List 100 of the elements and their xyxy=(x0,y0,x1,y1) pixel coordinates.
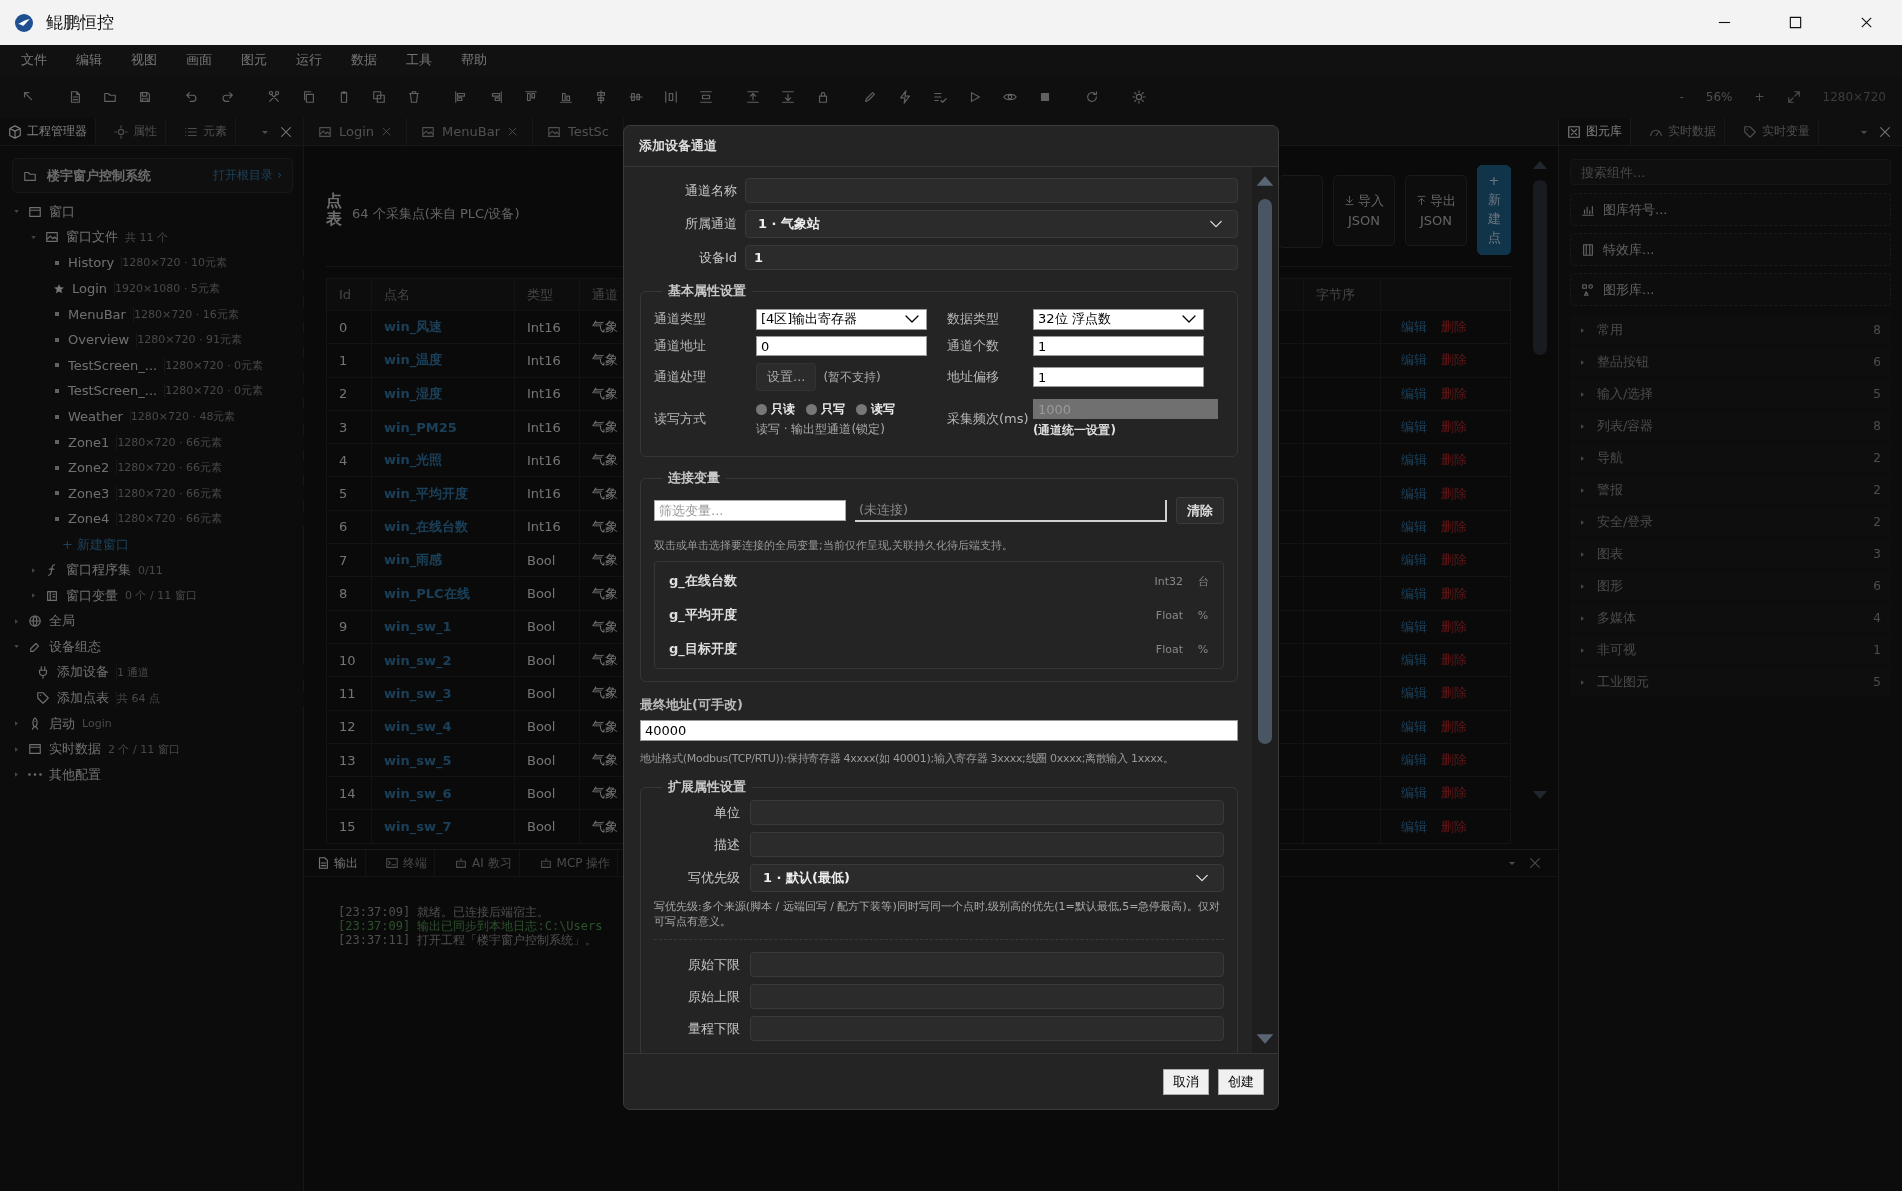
scrollbar[interactable] xyxy=(1252,167,1278,1053)
distribute-horizontal-icon[interactable] xyxy=(663,89,678,104)
edit-link[interactable]: 编辑 xyxy=(1401,751,1427,769)
align-left-icon[interactable] xyxy=(453,89,468,104)
panel-tab[interactable]: 元素 xyxy=(176,118,236,145)
variable-name[interactable]: g_目标开度 xyxy=(669,640,1142,658)
menu-item[interactable]: 帮助 xyxy=(446,51,501,69)
menu-item[interactable]: 画面 xyxy=(171,51,226,69)
edit-link[interactable]: 编辑 xyxy=(1401,351,1427,370)
tree-item[interactable]: Zone3 xyxy=(68,485,110,501)
maximize-icon[interactable] xyxy=(1788,15,1803,30)
tree-item[interactable]: Weather xyxy=(68,409,123,425)
create-button[interactable]: 创建 xyxy=(1218,1068,1264,1095)
tree-item[interactable]: 添加设备 xyxy=(57,663,109,682)
edit-link[interactable]: 编辑 xyxy=(1401,784,1427,803)
scroll-down-icon[interactable] xyxy=(1532,790,1548,800)
edit-link[interactable]: 编辑 xyxy=(1401,484,1427,503)
editor-tab[interactable]: Login xyxy=(304,118,408,145)
delete-link[interactable]: 删除 xyxy=(1441,751,1467,769)
cancel-button[interactable]: 取消 xyxy=(1163,1068,1209,1095)
panel-tab[interactable]: 终端 xyxy=(378,850,435,876)
edit-link[interactable]: 编辑 xyxy=(1401,684,1427,703)
send-backward-icon[interactable] xyxy=(780,89,795,104)
tree-item[interactable]: TestScreen_... xyxy=(68,383,158,399)
delete-link[interactable]: 删除 xyxy=(1441,551,1467,570)
tree-item[interactable]: 窗口文件 xyxy=(66,228,118,247)
menu-item[interactable]: 图元 xyxy=(226,51,281,69)
delete-link[interactable]: 删除 xyxy=(1441,817,1467,836)
delete-link[interactable]: 删除 xyxy=(1441,484,1467,503)
edit-link[interactable]: 编辑 xyxy=(1401,517,1427,536)
zoom-out-button[interactable]: - xyxy=(1679,89,1684,104)
input-field[interactable]: 0 xyxy=(756,336,927,356)
edit-link[interactable]: 编辑 xyxy=(1401,584,1427,603)
select-field[interactable]: 1 · 默认(最低) xyxy=(750,864,1224,892)
edit-link[interactable]: 编辑 xyxy=(1401,651,1427,670)
sun-icon[interactable] xyxy=(1131,89,1146,104)
select-field[interactable]: 32位 浮点数 xyxy=(1033,308,1204,330)
panel-tab[interactable]: AI 教习 xyxy=(447,850,520,876)
scissors-icon[interactable] xyxy=(266,89,281,104)
trash-icon[interactable] xyxy=(406,89,421,104)
menu-item[interactable]: 编辑 xyxy=(61,51,116,69)
menu-item[interactable]: 数据 xyxy=(336,51,391,69)
scroll-thumb[interactable] xyxy=(1258,199,1272,744)
tree-item[interactable]: 设备组态 xyxy=(49,637,101,656)
pencil-icon[interactable] xyxy=(862,89,877,104)
library-button[interactable]: 图库符号... xyxy=(1570,193,1891,226)
tree-item[interactable]: 窗口变量 xyxy=(66,586,118,605)
tree-item[interactable]: 窗口程序集 xyxy=(66,561,131,580)
tree-item[interactable]: 添加点表 xyxy=(57,689,109,708)
tree-item[interactable]: Overview xyxy=(68,332,130,348)
save-icon[interactable] xyxy=(137,89,152,104)
redo-icon[interactable] xyxy=(219,89,234,104)
tree-item[interactable]: 窗口 xyxy=(49,202,75,221)
tree-item[interactable]: MenuBar xyxy=(68,306,126,322)
duplicate-icon[interactable] xyxy=(371,89,386,104)
scroll-up-icon[interactable] xyxy=(1255,175,1275,187)
menu-item[interactable]: 运行 xyxy=(281,51,336,69)
library-button[interactable]: 特效库... xyxy=(1570,233,1891,266)
undo-icon[interactable] xyxy=(184,89,199,104)
library-button[interactable]: 图形库... xyxy=(1570,273,1891,306)
align-top-icon[interactable] xyxy=(523,89,538,104)
tree-item[interactable]: 启动 xyxy=(49,714,75,733)
edit-link[interactable]: 编辑 xyxy=(1401,717,1427,736)
delete-link[interactable]: 删除 xyxy=(1441,318,1467,337)
input-field[interactable]: 1 xyxy=(1033,367,1204,387)
delete-link[interactable]: 删除 xyxy=(1441,651,1467,670)
tree-item[interactable]: History xyxy=(68,255,115,271)
edit-link[interactable]: 编辑 xyxy=(1401,418,1427,437)
delete-link[interactable]: 删除 xyxy=(1441,684,1467,703)
expand-icon[interactable] xyxy=(1786,89,1801,104)
copy-icon[interactable] xyxy=(301,89,316,104)
delete-link[interactable]: 删除 xyxy=(1441,517,1467,536)
panel-tab[interactable]: 输出 xyxy=(304,850,366,876)
dropdown-icon[interactable] xyxy=(1508,859,1516,867)
distribute-vertical-icon[interactable] xyxy=(698,89,713,104)
scroll-down-icon[interactable] xyxy=(1255,1033,1275,1045)
edit-link[interactable]: 编辑 xyxy=(1401,318,1427,337)
edit-link[interactable]: 编辑 xyxy=(1401,617,1427,636)
input-field[interactable]: 1 xyxy=(745,245,1238,270)
panel-tab[interactable]: 属性 xyxy=(106,118,166,145)
select-field[interactable]: [4区]输出寄存器 xyxy=(756,308,927,330)
lightning-icon[interactable] xyxy=(897,89,912,104)
delete-link[interactable]: 删除 xyxy=(1441,717,1467,736)
import-button[interactable]: 导入 JSON xyxy=(1333,175,1395,246)
edit-link[interactable]: 编辑 xyxy=(1401,817,1427,836)
menu-item[interactable]: 视图 xyxy=(116,51,171,69)
new-window-link[interactable]: + 新建窗口 xyxy=(62,535,130,554)
delete-link[interactable]: 删除 xyxy=(1441,384,1467,403)
input-field[interactable]: 1 xyxy=(1033,336,1204,356)
open-root-link[interactable]: 打开根目录 › xyxy=(213,167,282,184)
scrollbar[interactable] xyxy=(1530,160,1550,800)
close-icon[interactable] xyxy=(1859,15,1874,30)
delete-link[interactable]: 删除 xyxy=(1441,451,1467,470)
menu-item[interactable]: 工具 xyxy=(391,51,446,69)
delete-link[interactable]: 删除 xyxy=(1441,617,1467,636)
refresh-icon[interactable] xyxy=(1084,89,1099,104)
tree-item[interactable]: TestScreen_... xyxy=(68,357,158,373)
filter-field[interactable]: 筛选变量... xyxy=(654,500,846,521)
tree-item[interactable]: Login xyxy=(72,281,108,297)
new-point-button[interactable]: + 新建点 xyxy=(1477,165,1511,255)
